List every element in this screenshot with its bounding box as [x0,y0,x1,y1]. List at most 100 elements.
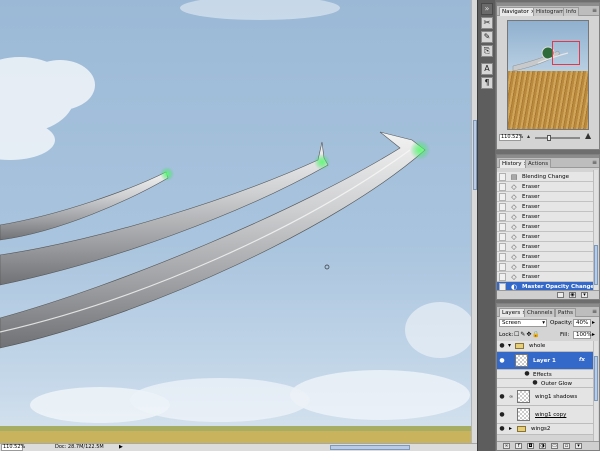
history-item[interactable]: ◇ Eraser [497,262,593,272]
eraser-icon: ◇ [511,273,517,281]
add-style-fx-icon[interactable]: f [515,443,522,449]
layers-scrollbar[interactable] [593,341,598,441]
history-item[interactable]: ◇ Eraser [497,252,593,262]
eye-icon[interactable]: ● [498,425,506,433]
document-canvas[interactable] [0,0,471,443]
adjustment-layer-icon[interactable]: ◑ [539,443,546,449]
history-item[interactable]: ◇ Eraser [497,242,593,252]
folder-icon [517,426,526,432]
layer-thumbnail [515,354,528,367]
snapshot-source-box[interactable] [499,183,506,191]
add-mask-icon[interactable]: ◘ [527,443,534,449]
navigator-zoom-slider[interactable] [535,135,580,141]
navigator-thumbnail[interactable] [507,20,589,130]
layers-scroll-thumb[interactable] [594,356,598,401]
eraser-icon: ◇ [511,183,517,191]
trash-icon[interactable]: ▾ [581,292,588,298]
snapshot-camera-icon[interactable]: ◉ [569,292,576,298]
new-layer-icon[interactable]: ▫ [563,443,570,449]
link-layers-icon[interactable]: ∞ [503,443,510,449]
panel-dock-strip: » ✂ ✎ ⎘ A ¶ [477,0,495,451]
folder-icon [515,343,524,349]
eye-icon[interactable]: ● [523,370,531,378]
fill-field[interactable]: 100% [573,331,592,339]
snapshot-source-box[interactable] [499,173,506,181]
clone-source-icon[interactable]: ⎘ [481,45,493,57]
effect-outer-glow-row[interactable]: ● Outer Glow [497,379,593,388]
snapshot-source-box[interactable] [499,213,506,221]
effects-row[interactable]: ● Effects [497,370,593,379]
paragraph-icon[interactable]: ¶ [481,77,493,89]
history-tabs: History × Actions [497,158,599,168]
opacity-slider-arrow-icon[interactable]: ▸ [592,319,595,327]
snapshot-source-box[interactable] [499,253,506,261]
status-menu-arrow-icon[interactable]: ▶ [119,444,123,451]
lock-icons[interactable]: ☐✎✥🔒 [514,331,541,339]
history-item[interactable]: ◇ Eraser [497,232,593,242]
chevron-right-icon[interactable]: ▸ [509,425,512,432]
tool-presets-icon[interactable]: ✂ [481,17,493,29]
thumbnail-wings [512,46,569,72]
opacity-field[interactable]: 40% [573,319,591,327]
layer-selected[interactable]: ● Layer 1 fx [497,352,593,370]
lock-label: Lock: [499,332,514,338]
tab-actions[interactable]: Actions [525,159,552,168]
history-item[interactable]: ◇ Eraser [497,212,593,222]
layer-group-wings2[interactable]: ● ▸ wings2 [497,424,593,435]
history-list: ▤ Blending Change ◇ Eraser ◇ Eraser ◇ Eraser… [497,170,594,292]
snapshot-source-box[interactable] [499,273,506,281]
navigator-view-box[interactable] [552,41,580,65]
eye-icon[interactable]: ● [531,379,539,387]
fx-icon[interactable]: fx [579,357,585,363]
tab-channels[interactable]: Channels [524,308,556,317]
chevron-down-icon[interactable]: ▾ [508,342,511,349]
navigator-zoom-field[interactable]: 110.52% [499,134,523,141]
panel-menu-icon[interactable]: ≡ [592,159,597,166]
history-scroll-thumb[interactable] [594,245,598,285]
history-item[interactable]: ◇ Eraser [497,202,593,212]
collapse-arrows-icon[interactable]: » [481,3,493,15]
tab-paths[interactable]: Paths [555,308,576,317]
eye-icon[interactable]: ● [498,393,506,401]
snapshot-source-box[interactable] [499,233,506,241]
layer-row[interactable]: ● wing1 copy [497,406,593,424]
snapshot-source-box[interactable] [499,243,506,251]
doc-size-info: Doc: 28.7M/122.5M [55,444,104,450]
zoom-slider-knob[interactable] [547,135,552,141]
hscroll-thumb[interactable] [330,445,410,450]
layer-row[interactable]: ● ∞ wing1 shadows [497,388,593,406]
character-icon[interactable]: A [481,63,493,75]
new-group-icon[interactable]: ▭ [551,443,558,449]
history-item[interactable]: ◇ Eraser [497,272,593,282]
eraser-icon: ◇ [511,203,517,211]
snapshot-source-box[interactable] [499,203,506,211]
brushes-icon[interactable]: ✎ [481,31,493,43]
snapshot-source-box[interactable] [499,223,506,231]
eye-icon[interactable]: ● [498,342,506,350]
layer-thumbnail [517,408,530,421]
fill-slider-arrow-icon[interactable]: ▸ [592,331,595,339]
history-item[interactable]: ◇ Eraser [497,192,593,202]
layer-group-whole[interactable]: ● ▾ whole [497,341,593,352]
zoom-in-icon[interactable]: ▲ [585,132,591,140]
history-item[interactable]: ◇ Eraser [497,182,593,192]
glow-tip-1 [160,167,174,181]
history-scrollbar[interactable] [593,170,598,290]
panel-menu-icon[interactable]: ≡ [592,7,597,14]
eye-icon[interactable]: ● [498,411,506,419]
blend-mode-select[interactable]: Screen ▾ [499,319,547,327]
trash-icon[interactable]: ▾ [575,443,582,449]
snapshot-source-box[interactable] [499,193,506,201]
layer-thumbnail [517,390,530,403]
new-document-from-state-icon[interactable] [557,292,564,298]
snapshot-source-box[interactable] [499,263,506,271]
tab-info[interactable]: Info [563,7,580,16]
layers-panel: Layers × Channels Paths ≡ Screen▾ Opacit… [496,303,600,451]
zoom-field[interactable]: 110.52% [1,444,25,451]
history-item[interactable]: ▤ Blending Change [497,172,593,182]
panel-menu-icon[interactable]: ≡ [592,308,597,315]
eye-icon[interactable]: ● [498,357,506,365]
zoom-out-icon[interactable]: ▴ [527,134,530,140]
history-item[interactable]: ◇ Eraser [497,222,593,232]
layers-list: ● ▾ whole ● Layer 1 fx ● Effects ● Outer… [497,341,593,441]
